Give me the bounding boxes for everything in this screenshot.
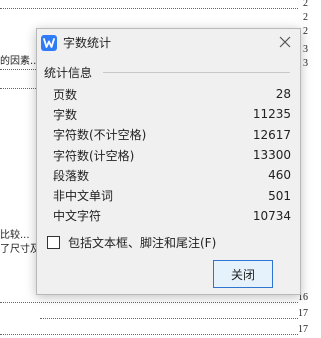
stat-label: 段落数 xyxy=(53,168,90,183)
close-button[interactable]: 关闭 xyxy=(213,260,273,288)
toc-page-number: 2 xyxy=(303,0,308,9)
stat-value: 28 xyxy=(275,87,291,102)
include-textboxes-label[interactable]: 包括文本框、脚注和尾注(F) xyxy=(68,234,216,251)
toc-leader xyxy=(0,88,36,89)
include-textboxes-option[interactable]: 包括文本框、脚注和尾注(F) xyxy=(47,234,216,251)
stat-value: 501 xyxy=(268,188,291,203)
wps-logo-icon xyxy=(41,34,57,51)
stat-value: 460 xyxy=(268,168,291,183)
toc-page-number: 2 xyxy=(303,12,308,23)
stat-label: 字数 xyxy=(53,107,78,122)
stat-value: 11235 xyxy=(252,107,291,122)
toc-page-number: 17 xyxy=(298,324,308,335)
stat-row-chars-no-spaces: 字符数(不计空格) 12617 xyxy=(53,125,291,145)
stat-row-chars-with-spaces: 字符数(计空格) 13300 xyxy=(53,145,291,165)
stat-value: 12617 xyxy=(252,127,291,142)
toc-leader xyxy=(0,8,298,9)
stat-label: 中文字符 xyxy=(53,209,102,224)
stat-row-non-chinese-words: 非中文单词 501 xyxy=(53,185,291,205)
group-label: 统计信息 xyxy=(44,66,93,80)
stat-value: 10734 xyxy=(252,208,291,223)
group-divider xyxy=(103,72,290,73)
stat-row-words: 字数 11235 xyxy=(53,104,291,124)
include-textboxes-checkbox[interactable] xyxy=(47,236,60,249)
word-count-dialog: 字数统计 统计信息 页数 28 字数 11235 字符数(不计空格) 12617… xyxy=(36,28,301,295)
toc-entry-text: 的因素... xyxy=(0,56,40,67)
toc-leader xyxy=(40,318,298,319)
toc-entry-text: 比较... xyxy=(0,230,30,241)
stat-row-pages: 页数 28 xyxy=(53,84,291,104)
stat-label: 页数 xyxy=(53,87,78,102)
stat-label: 字符数(计空格) xyxy=(53,148,135,163)
stats-list: 页数 28 字数 11235 字符数(不计空格) 12617 字符数(计空格) … xyxy=(53,84,291,226)
stat-row-chinese-chars: 中文字符 10734 xyxy=(53,206,291,226)
close-icon[interactable] xyxy=(276,33,294,51)
dialog-titlebar[interactable]: 字数统计 xyxy=(37,29,300,56)
dialog-title: 字数统计 xyxy=(63,36,112,50)
toc-page-number: 17 xyxy=(298,308,308,319)
stat-label: 字符数(不计空格) xyxy=(53,128,147,143)
stat-label: 非中文单词 xyxy=(53,189,114,204)
stat-value: 13300 xyxy=(252,148,291,163)
toc-leader xyxy=(0,334,298,335)
toc-leader xyxy=(0,302,298,303)
stat-row-paragraphs: 段落数 460 xyxy=(53,165,291,185)
toc-leader xyxy=(0,69,36,70)
